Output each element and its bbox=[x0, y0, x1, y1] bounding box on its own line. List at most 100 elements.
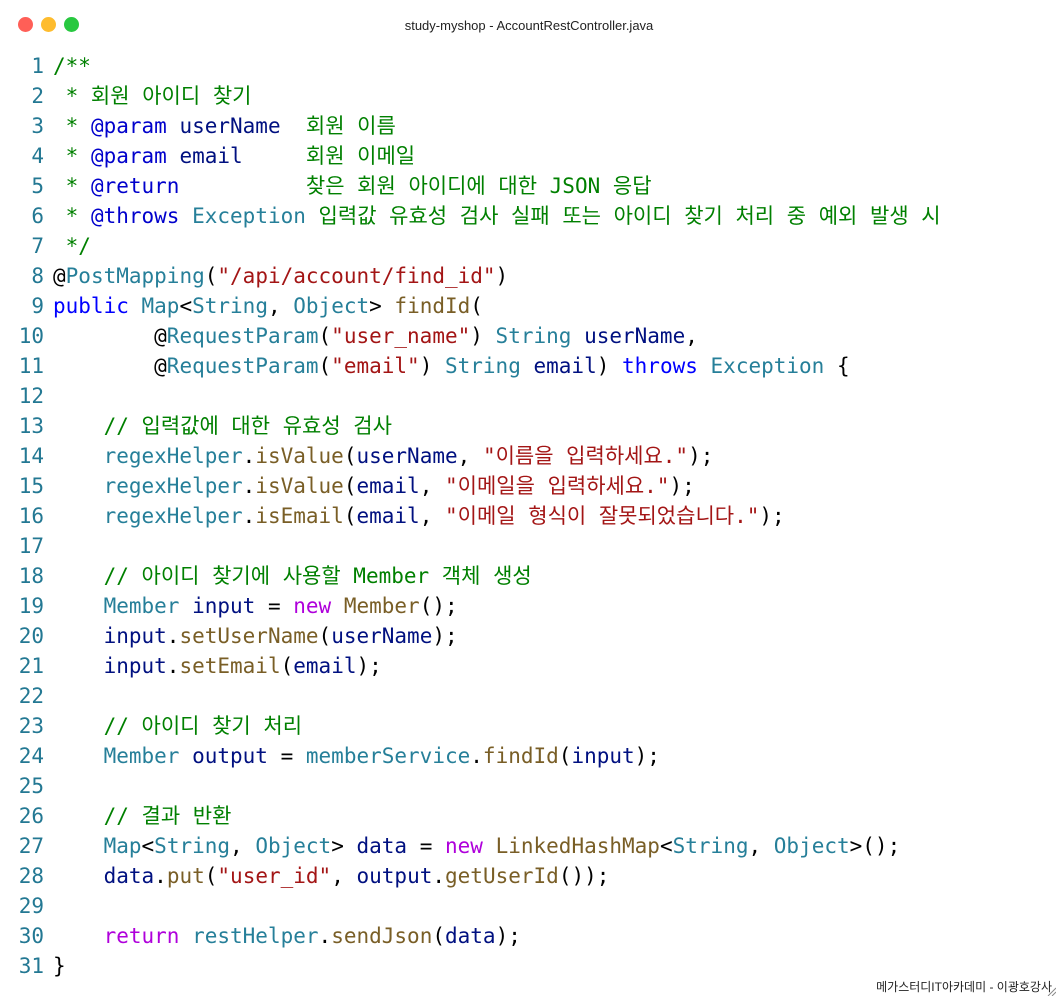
code-token: ( bbox=[204, 264, 218, 288]
line-number: 2 bbox=[31, 84, 44, 108]
line-number: 4 bbox=[31, 144, 44, 168]
line-number: 22 bbox=[18, 684, 44, 708]
code-token: "user_name" bbox=[331, 324, 471, 348]
code-token: (); bbox=[419, 594, 458, 618]
code-line[interactable]: 23 // 아이디 찾기 처리 bbox=[0, 711, 1058, 741]
code-token: regexHelper bbox=[103, 474, 243, 498]
code-token: "이메일 형식이 잘못되었습니다." bbox=[445, 504, 760, 528]
code-line[interactable]: 6 * @throws Exception 입력값 유효성 검사 실패 또는 아… bbox=[0, 201, 1058, 231]
code-line[interactable]: 13 // 입력값에 대한 유효성 검사 bbox=[0, 411, 1058, 441]
code-line[interactable]: 26 // 결과 반환 bbox=[0, 801, 1058, 831]
code-token: ); bbox=[759, 504, 785, 528]
line-source: regexHelper.isValue(userName, "이름을 입력하세요… bbox=[53, 441, 714, 471]
code-line[interactable]: 31} bbox=[0, 951, 1058, 981]
code-line[interactable]: 29 bbox=[0, 891, 1058, 921]
code-token: email bbox=[533, 354, 597, 378]
code-token: @ bbox=[53, 324, 167, 348]
code-token: < bbox=[659, 834, 673, 858]
code-line[interactable]: 27 Map<String, Object> data = new Linked… bbox=[0, 831, 1058, 861]
code-line[interactable]: 7 */ bbox=[0, 231, 1058, 261]
code-line[interactable]: 8 @PostMapping("/api/account/find_id") bbox=[0, 261, 1058, 291]
code-editor[interactable]: 1 /** 2 * 회원 아이디 찾기 3 * @param userName 회원 … bbox=[0, 51, 1058, 981]
code-token: email bbox=[293, 654, 357, 678]
code-line[interactable]: 24 Member output = memberService.findId(… bbox=[0, 741, 1058, 771]
code-token: } bbox=[53, 954, 66, 978]
code-line[interactable]: 16 regexHelper.isEmail(email, "이메일 형식이 잘… bbox=[0, 501, 1058, 531]
code-token: PostMapping bbox=[65, 264, 205, 288]
code-token: . bbox=[432, 864, 446, 888]
code-token: input bbox=[571, 744, 635, 768]
code-line[interactable]: 3 * @param userName 회원 이름 bbox=[0, 111, 1058, 141]
line-number: 31 bbox=[18, 954, 44, 978]
code-token: = bbox=[407, 834, 445, 858]
code-token: getUserId bbox=[445, 864, 559, 888]
code-line[interactable]: 11 @RequestParam("email") String email) … bbox=[0, 351, 1058, 381]
code-token: . bbox=[242, 504, 256, 528]
line-number: 28 bbox=[18, 864, 44, 888]
code-token: input bbox=[192, 594, 256, 618]
code-token: public bbox=[53, 294, 129, 318]
code-line[interactable]: 5 * @return 찾은 회원 아이디에 대한 JSON 응답 bbox=[0, 171, 1058, 201]
code-line[interactable]: 28 data.put("user_id", output.getUserId(… bbox=[0, 861, 1058, 891]
line-number: 11 bbox=[18, 354, 44, 378]
code-token: ); bbox=[432, 624, 458, 648]
code-token: ) bbox=[419, 354, 445, 378]
line-number: 14 bbox=[18, 444, 44, 468]
code-line[interactable]: 15 regexHelper.isValue(email, "이메일을 입력하세… bbox=[0, 471, 1058, 501]
code-line[interactable]: 17 bbox=[0, 531, 1058, 561]
line-number: 12 bbox=[18, 384, 44, 408]
code-token: email bbox=[356, 504, 420, 528]
code-token: , bbox=[685, 324, 698, 348]
code-line[interactable]: 10 @RequestParam("user_name") String use… bbox=[0, 321, 1058, 351]
window-title: study-myshop - AccountRestController.jav… bbox=[404, 18, 654, 33]
code-token: ( bbox=[318, 354, 332, 378]
code-token: return bbox=[103, 924, 180, 948]
code-line[interactable]: 21 input.setEmail(email); bbox=[0, 651, 1058, 681]
code-token: String bbox=[495, 324, 572, 348]
code-token: . bbox=[242, 474, 256, 498]
code-token: ) bbox=[596, 354, 623, 378]
code-token: , bbox=[419, 474, 445, 498]
code-line[interactable]: 19 Member input = new Member(); bbox=[0, 591, 1058, 621]
code-token: data bbox=[356, 834, 408, 858]
code-line[interactable]: 4 * @param email 회원 이메일 bbox=[0, 141, 1058, 171]
code-line[interactable]: 14 regexHelper.isValue(userName, "이름을 입력… bbox=[0, 441, 1058, 471]
code-line[interactable]: 2 * 회원 아이디 찾기 bbox=[0, 81, 1058, 111]
code-line[interactable]: 30 return restHelper.sendJson(data); bbox=[0, 921, 1058, 951]
resize-grip-icon[interactable] bbox=[1046, 986, 1056, 996]
code-token: Object bbox=[293, 294, 370, 318]
line-number: 16 bbox=[18, 504, 44, 528]
code-token: RequestParam bbox=[166, 354, 319, 378]
line-source: */ bbox=[53, 231, 91, 261]
code-token: ( bbox=[318, 324, 332, 348]
code-token: * bbox=[53, 114, 91, 138]
title-bar: study-myshop - AccountRestController.jav… bbox=[0, 0, 1058, 52]
code-line[interactable]: 20 input.setUserName(userName); bbox=[0, 621, 1058, 651]
line-source: input.setUserName(userName); bbox=[53, 621, 458, 651]
code-token: Member bbox=[103, 744, 180, 768]
code-line[interactable]: 25 bbox=[0, 771, 1058, 801]
line-source: * @param email 회원 이메일 bbox=[53, 141, 416, 171]
code-token: LinkedHashMap bbox=[495, 834, 660, 858]
line-source: @RequestParam("email") String email) thr… bbox=[53, 351, 849, 381]
line-number: 30 bbox=[18, 924, 44, 948]
code-line[interactable]: 18 // 아이디 찾기에 사용할 Member 객체 생성 bbox=[0, 561, 1058, 591]
code-token: Exception bbox=[192, 204, 306, 228]
code-line[interactable]: 9 public Map<String, Object> findId( bbox=[0, 291, 1058, 321]
code-token: RequestParam bbox=[166, 324, 319, 348]
code-line[interactable]: 1 /** bbox=[0, 51, 1058, 81]
code-token: new bbox=[293, 594, 332, 618]
line-source: /** bbox=[53, 51, 91, 81]
code-token: @throws bbox=[90, 204, 180, 228]
code-token: setUserName bbox=[179, 624, 319, 648]
code-line[interactable]: 22 bbox=[0, 681, 1058, 711]
line-number: 21 bbox=[18, 654, 44, 678]
line-number: 1 bbox=[31, 54, 44, 78]
code-line[interactable]: 12 bbox=[0, 381, 1058, 411]
